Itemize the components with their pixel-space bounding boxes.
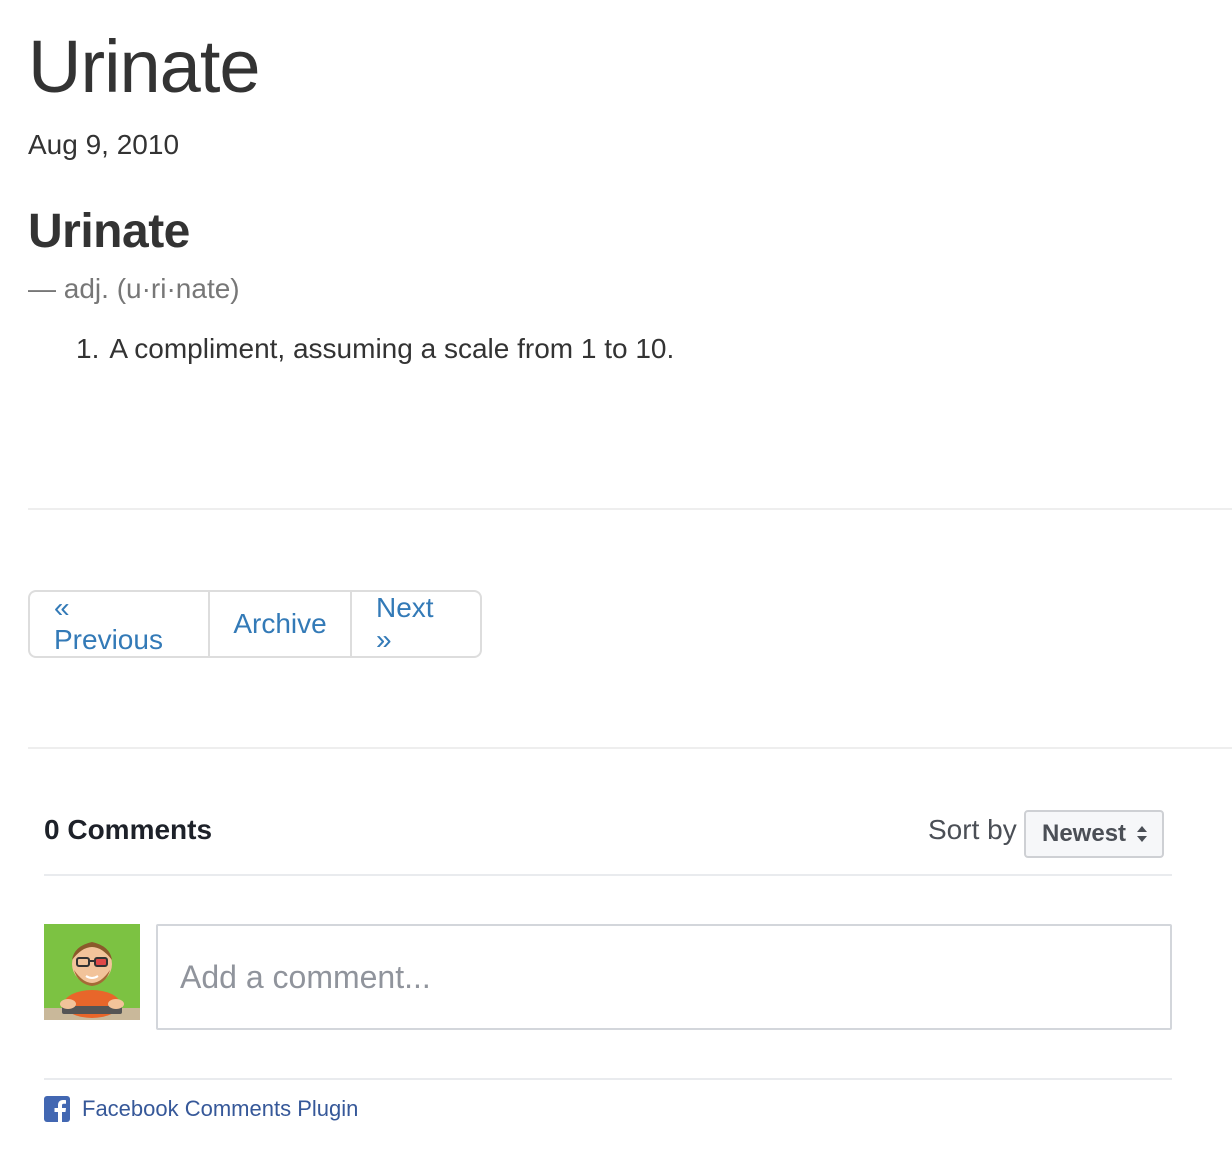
- sort-arrows-icon: [1137, 826, 1147, 842]
- post-date: Aug 9, 2010: [28, 129, 180, 160]
- definition-text: A compliment, assuming a scale from 1 to…: [109, 333, 675, 364]
- divider: [28, 508, 1232, 510]
- archive-link[interactable]: Archive: [208, 592, 350, 656]
- sort-label: Sort by: [928, 814, 1017, 845]
- definition-word: Urinate: [28, 205, 190, 258]
- divider: [44, 874, 1172, 876]
- facebook-comments-plugin-link[interactable]: Facebook Comments Plugin: [82, 1094, 358, 1124]
- sort-selected-value: Newest: [1042, 820, 1127, 847]
- sort-select[interactable]: Newest: [1024, 810, 1164, 858]
- definition-number: 1.: [76, 333, 100, 364]
- next-link[interactable]: Next »: [350, 592, 480, 656]
- definition-list: 1. A compliment, assuming a scale from 1 …: [76, 332, 674, 366]
- comment-input[interactable]: [156, 924, 1172, 1030]
- comments-count: 0 Comments: [44, 814, 213, 845]
- facebook-icon: [44, 1096, 70, 1122]
- definition-item: 1. A compliment, assuming a scale from 1 …: [76, 332, 674, 366]
- facebook-plugin-footer: Facebook Comments Plugin: [44, 1094, 358, 1124]
- divider: [44, 1078, 1172, 1080]
- post-pager: « Previous Archive Next »: [28, 590, 482, 658]
- divider: [28, 747, 1232, 749]
- avatar-illustration: [44, 924, 140, 1020]
- previous-link[interactable]: « Previous: [30, 592, 208, 656]
- avatar: [44, 924, 140, 1020]
- page-title: Urinate: [28, 25, 261, 108]
- part-of-speech: — adj. (u·ri·nate): [28, 273, 240, 304]
